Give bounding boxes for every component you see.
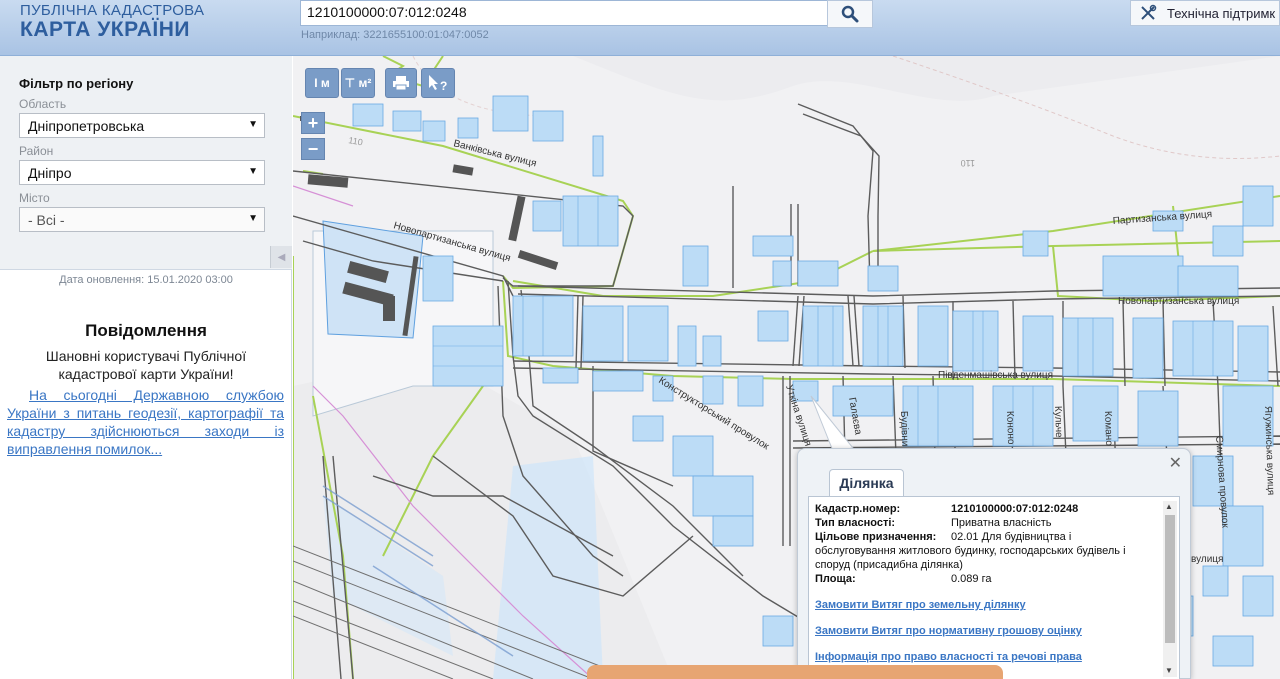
logo-line2: КАРТА УКРАЇНИ — [20, 18, 190, 41]
feedback-banner[interactable] — [587, 665, 1003, 679]
rayon-label: Район — [19, 144, 54, 158]
identify-button[interactable]: ? — [421, 68, 455, 98]
support-label: Технічна підтримк — [1167, 5, 1276, 21]
rayon-select[interactable]: Дніпро ▼ — [19, 160, 265, 185]
app-header: ПУБЛІЧНА КАДАСТРОВА КАРТА УКРАЇНИ 121010… — [0, 0, 1280, 56]
search-button[interactable] — [827, 0, 873, 28]
svg-text:?: ? — [440, 79, 447, 92]
purpose-value-2: обслуговування житлового будинку, господ… — [815, 545, 1126, 557]
notice-title: Повідомлення — [85, 321, 207, 340]
tab-parcel[interactable]: Ділянка — [829, 469, 904, 497]
ruler-icon: I м — [314, 76, 330, 90]
ownership-value: Приватна власність — [951, 517, 1052, 529]
street-label: Кульче — [1052, 406, 1064, 439]
chevron-down-icon: ▼ — [248, 166, 258, 177]
street-label: Будівни — [898, 411, 910, 447]
notice-link[interactable]: На сьогодні Державною службою України з … — [7, 386, 284, 458]
region-filter: Фільтр по регіону Область Дніпропетровсь… — [0, 56, 292, 270]
oblast-value: Дніпропетровська — [28, 118, 145, 134]
area-key: Площа: — [815, 573, 856, 585]
order-valuation-link[interactable]: Замовити Витяг про нормативну грошову оц… — [815, 625, 1082, 637]
street-label: Новопартизанська вулиця — [1118, 296, 1239, 307]
search-input[interactable]: 1210100000:07:012:0248 — [300, 0, 828, 26]
chevron-down-icon: ▼ — [248, 213, 258, 224]
street-label: Південмашівська вулиця — [938, 370, 1053, 381]
street-label: вулиця — [1191, 554, 1223, 565]
purpose-value-1: 02.01 Для будівництва і — [951, 531, 1072, 543]
street-label: Кононо — [1004, 411, 1016, 445]
cursor-question-icon: ? — [429, 75, 447, 92]
popup-scrollbar[interactable]: ▲ ▼ — [1163, 501, 1177, 677]
zoom-in-button[interactable]: + — [301, 112, 325, 134]
misto-label: Місто — [19, 191, 50, 205]
close-icon[interactable]: ✕ — [1169, 453, 1182, 473]
update-date: Дата оновлення: 15.01.2020 03:00 — [59, 274, 233, 286]
parcel-popup: ✕ Ділянка Кадастр.номер: 1210100000:07:01… — [797, 448, 1191, 679]
order-extract-link[interactable]: Замовити Витяг про земельну ділянку — [815, 599, 1026, 611]
street-label: Комано — [1102, 411, 1114, 447]
cadastral-value: 1210100000:07:012:0248 — [951, 503, 1079, 515]
scroll-thumb[interactable] — [1165, 515, 1175, 643]
cadastral-key: Кадастр.номер: — [815, 503, 901, 515]
tools-icon — [1141, 4, 1157, 20]
misto-select[interactable]: - Всі - ▼ — [19, 207, 265, 232]
measure-area-button[interactable]: ⊤ м² — [341, 68, 375, 98]
measure-distance-button[interactable]: I м — [305, 68, 339, 98]
zoom-out-button[interactable]: − — [301, 138, 325, 160]
misto-value: - Всі - — [28, 212, 65, 228]
logo-line1: ПУБЛІЧНА КАДАСТРОВА — [20, 2, 205, 19]
scroll-down-icon[interactable]: ▼ — [1165, 666, 1173, 675]
app-logo[interactable]: ПУБЛІЧНА КАДАСТРОВА КАРТА УКРАЇНИ — [20, 2, 204, 42]
purpose-value-3: споруд (присадибна ділянка) — [815, 559, 963, 571]
popup-body: Кадастр.номер: 1210100000:07:012:0248 Тип… — [808, 496, 1180, 679]
sidebar: Фільтр по регіону Область Дніпропетровсь… — [0, 56, 292, 679]
area-icon: ⊤ м² — [344, 76, 372, 90]
printer-icon — [393, 76, 409, 91]
ownership-key: Тип власності: — [815, 517, 896, 529]
collapse-sidebar-button[interactable]: ◀ — [270, 246, 292, 268]
contour-label: 110 — [961, 158, 975, 168]
search-hint: Наприклад: 3221655100:01:047:0052 — [301, 29, 489, 41]
filter-title: Фільтр по регіону — [19, 76, 134, 91]
print-button[interactable] — [385, 68, 417, 98]
notice-text: Шановні користувачі Публічної кадастрово… — [45, 348, 247, 382]
area-value: 0.089 га — [951, 573, 992, 585]
oblast-select[interactable]: Дніпропетровська ▼ — [19, 113, 265, 138]
chevron-down-icon: ▼ — [248, 119, 258, 130]
scroll-up-icon[interactable]: ▲ — [1165, 502, 1173, 511]
oblast-label: Область — [19, 97, 67, 111]
ownership-info-link[interactable]: Інформація про право власності та речові… — [815, 651, 1082, 663]
purpose-key: Цільове призначення: — [815, 531, 937, 543]
search-icon — [841, 5, 859, 23]
rayon-value: Дніпро — [28, 165, 72, 181]
support-button[interactable]: Технічна підтримк — [1130, 0, 1280, 26]
